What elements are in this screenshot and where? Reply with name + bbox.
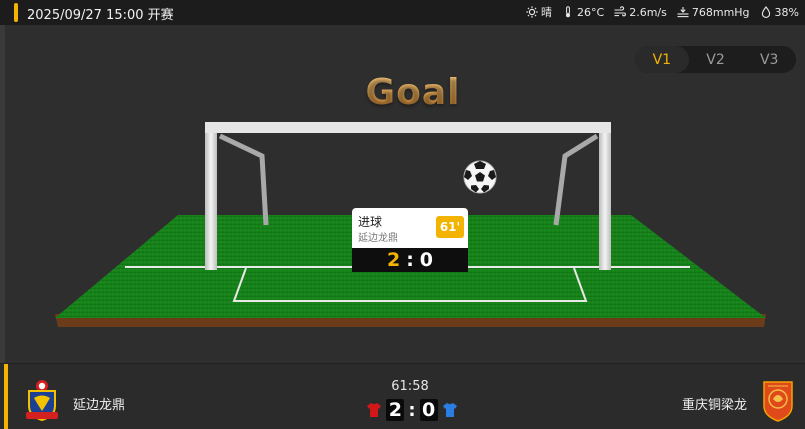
match-clock: 61:58: [391, 379, 429, 394]
event-team-label: 延边龙鼎: [358, 233, 398, 244]
event-type-label: 进球: [358, 215, 383, 229]
home-team-name: 延边龙鼎: [73, 398, 126, 413]
scoreboard-accent: [4, 364, 8, 429]
scene-title: Goal: [0, 72, 805, 113]
home-score: 2: [386, 399, 405, 421]
score-separator: :: [408, 399, 416, 421]
popup-header: 进球 延边龙鼎 61': [352, 208, 468, 248]
goal-left-post: [205, 124, 217, 270]
popup-score-away: 0: [419, 249, 434, 271]
away-team-logo: [763, 381, 793, 422]
popup-score: 2 : 0: [352, 248, 468, 272]
away-kit-icon: [442, 403, 457, 417]
scoreline: 2 : 0: [364, 399, 460, 421]
goal-event-popup: 进球 延边龙鼎 61' 2 : 0: [352, 208, 468, 272]
popup-score-separator: :: [406, 249, 414, 271]
event-minute-badge: 61': [436, 216, 464, 238]
football-icon: [463, 160, 497, 194]
version-option-v1[interactable]: V1: [635, 46, 689, 73]
popup-score-home: 2: [386, 249, 401, 271]
home-kit-icon: [367, 403, 382, 417]
version-option-v3[interactable]: V3: [742, 46, 796, 73]
goal-crossbar: [205, 122, 611, 133]
away-score: 0: [419, 399, 438, 421]
version-option-v2[interactable]: V2: [689, 46, 743, 73]
away-team-name: 重庆铜梁龙: [681, 398, 747, 413]
scoreboard-bar: 延边龙鼎 61:58 2 : 0 重庆铜梁龙: [0, 363, 805, 429]
home-team-logo: [26, 380, 58, 422]
version-switch: V1 V2 V3: [635, 46, 796, 73]
goal-right-post: [599, 124, 611, 270]
